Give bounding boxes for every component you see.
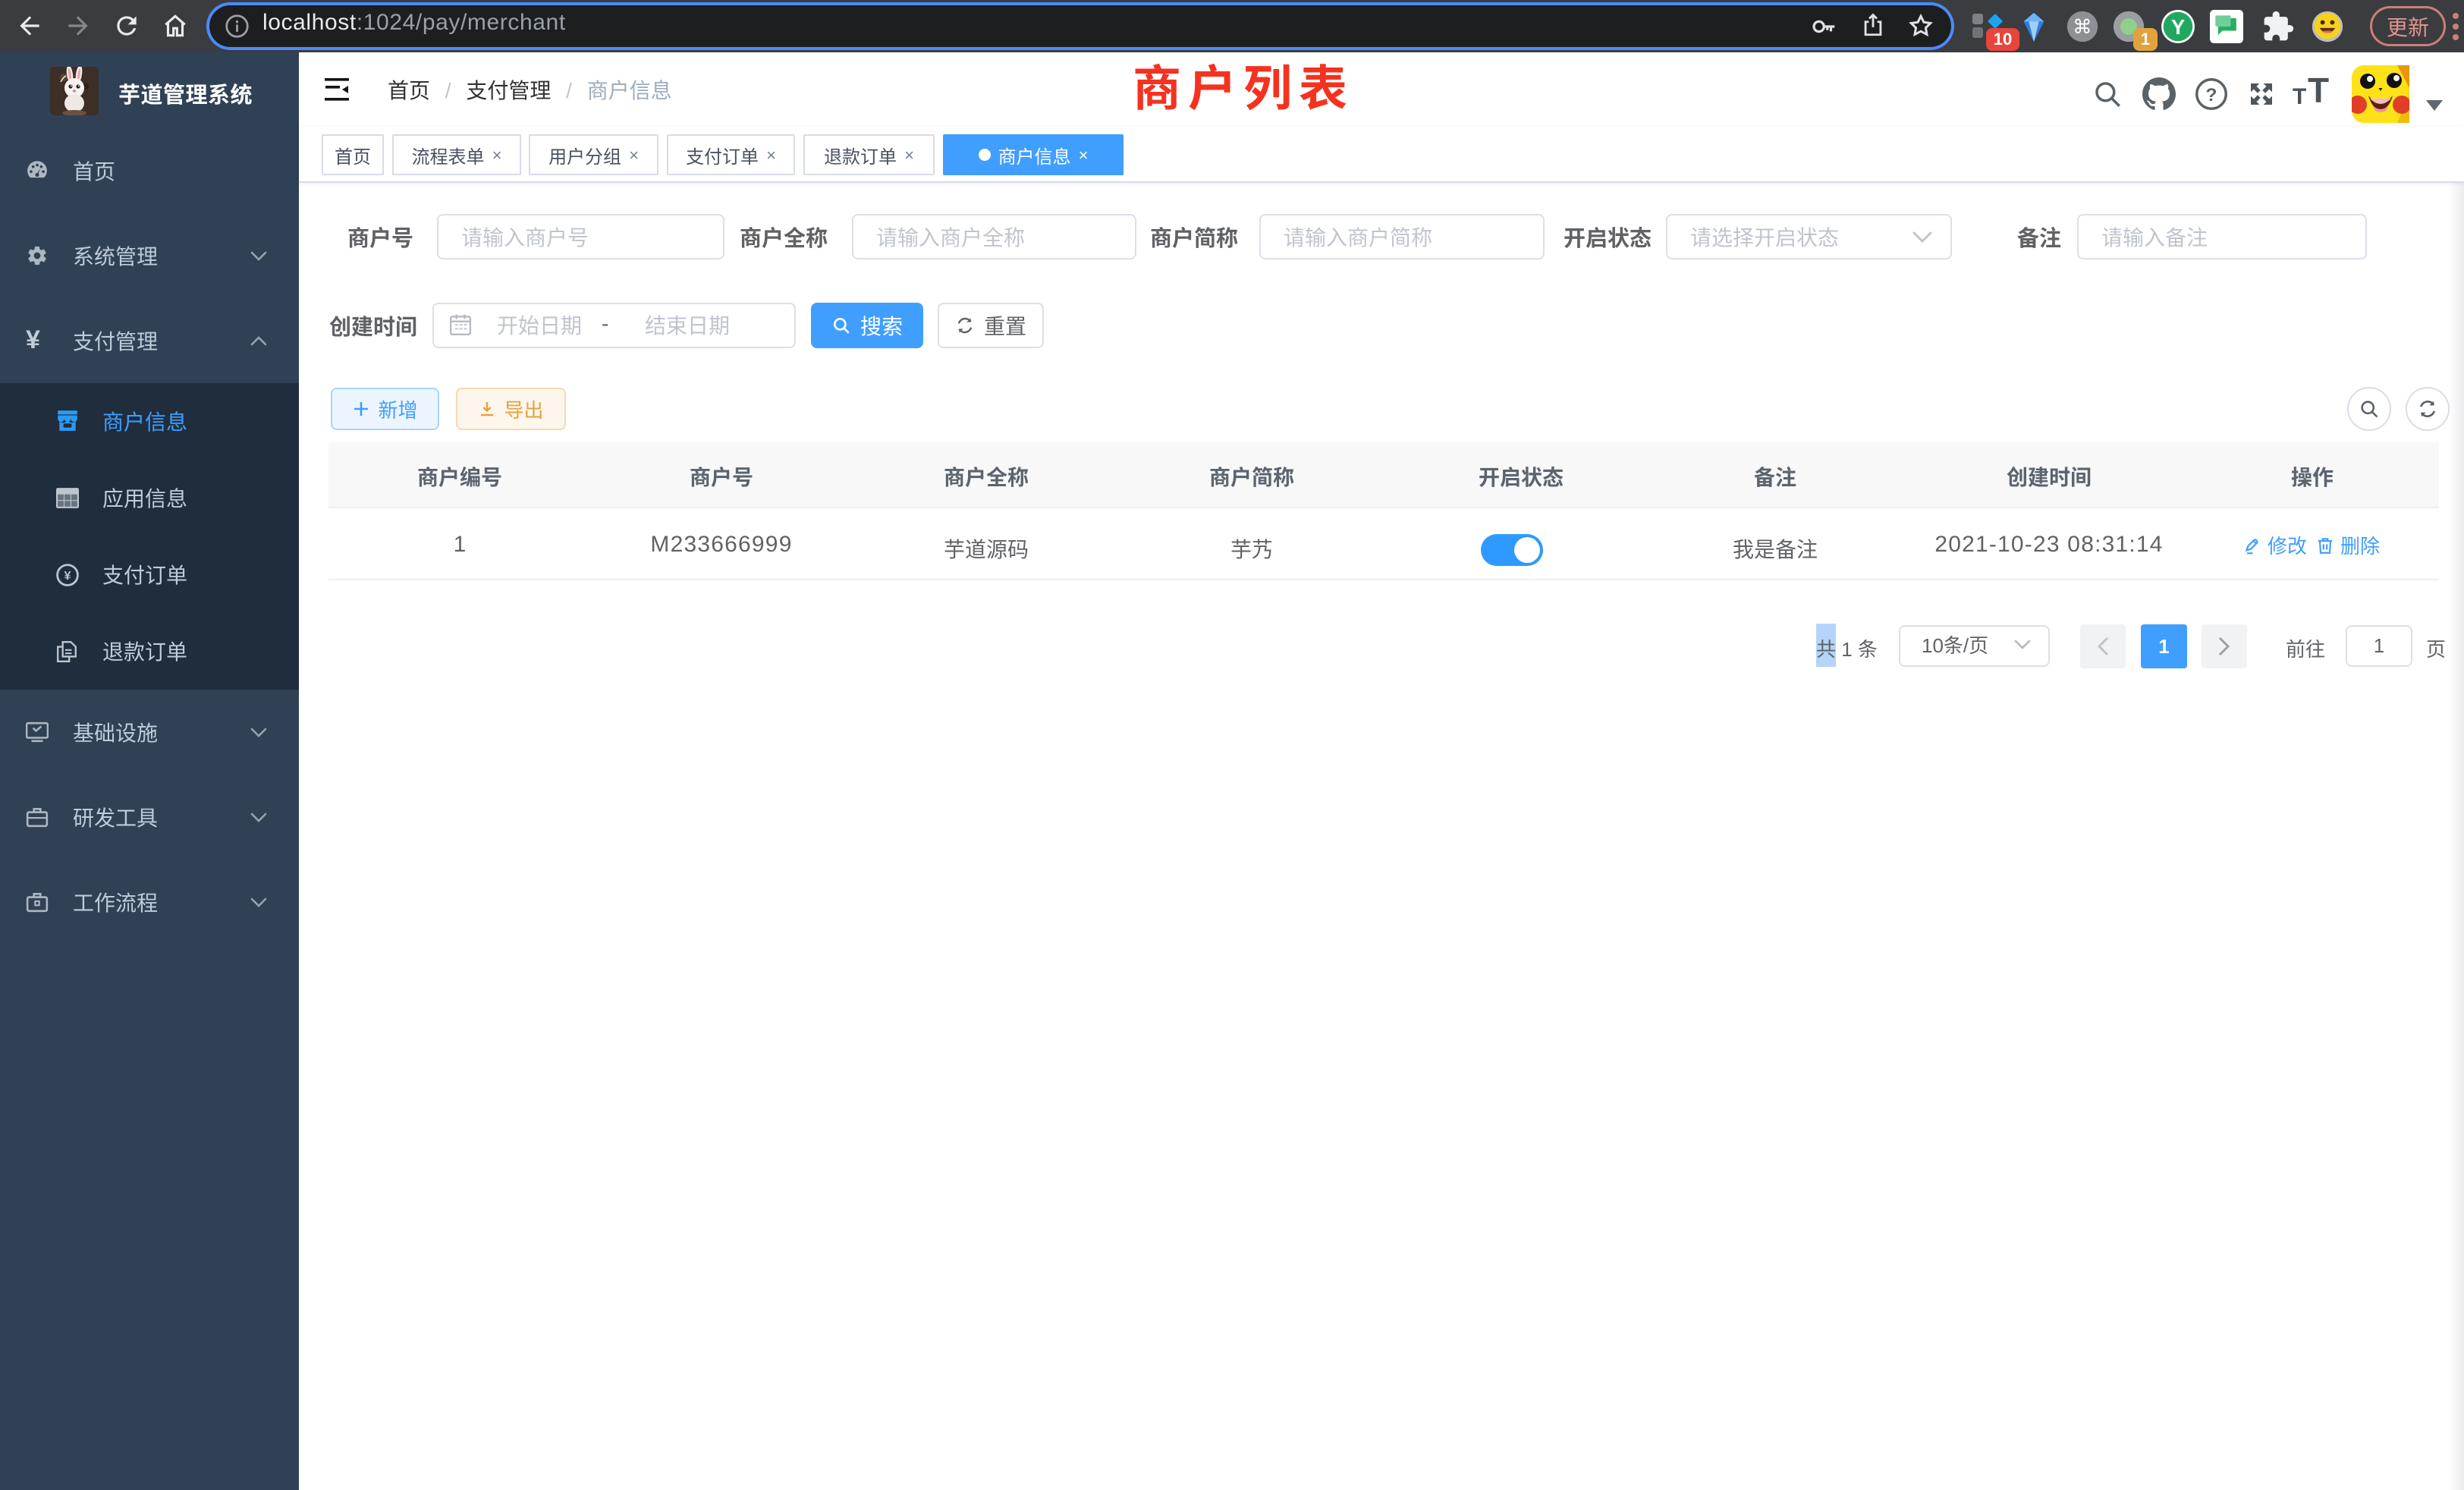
svg-text:¥: ¥ bbox=[64, 569, 71, 583]
svg-text:⌘: ⌘ bbox=[2073, 17, 2092, 38]
svg-text:?: ? bbox=[2206, 85, 2217, 105]
svg-text:Y: Y bbox=[2171, 15, 2185, 39]
